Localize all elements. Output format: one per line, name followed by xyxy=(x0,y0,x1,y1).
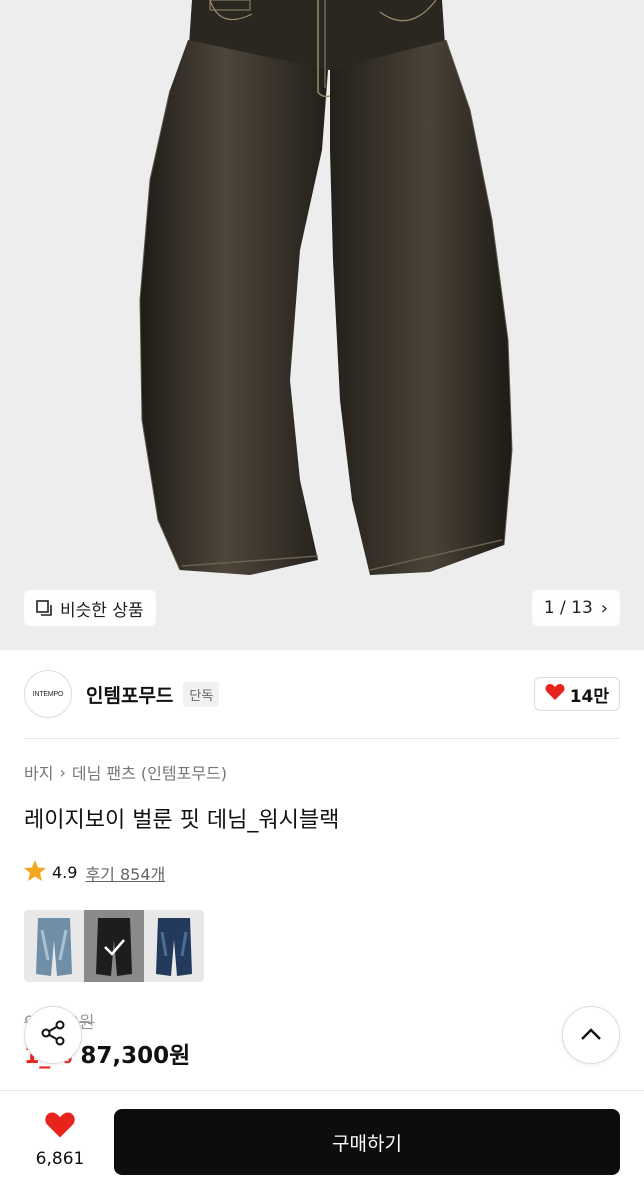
rating-row: 4.9 후기 854개 xyxy=(24,860,165,885)
brand-logo-text: INTEMPO xyxy=(32,690,64,698)
share-button[interactable] xyxy=(24,1006,82,1064)
brand-logo[interactable]: INTEMPO xyxy=(24,670,72,718)
swatch-dark-indigo[interactable] xyxy=(144,910,204,982)
wishlist-count: 6,861 xyxy=(35,1149,85,1169)
image-counter: 1 / 13 xyxy=(543,598,593,618)
scroll-to-top-button[interactable] xyxy=(562,1006,620,1064)
chevron-right-icon: › xyxy=(600,597,608,619)
buy-button[interactable]: 구매하기 xyxy=(114,1109,620,1175)
similar-products-label: 비슷한 상품 xyxy=(60,600,144,621)
product-image-area[interactable]: 비슷한 상품 1 / 13 › xyxy=(0,0,644,650)
brand-row: INTEMPO 인템포무드 단독 14만 xyxy=(0,650,644,738)
review-count-link[interactable]: 후기 854개 xyxy=(85,861,165,885)
heart-icon xyxy=(545,683,565,706)
divider xyxy=(24,738,620,739)
swatch-light-blue[interactable] xyxy=(24,910,84,982)
heart-icon xyxy=(44,1111,76,1143)
similar-products-button[interactable]: 비슷한 상품 xyxy=(24,590,156,626)
brand-like-count: 14만 xyxy=(569,686,609,707)
brand-name[interactable]: 인템포무드 xyxy=(86,681,173,708)
breadcrumb-category[interactable]: 바지 xyxy=(24,760,53,784)
breadcrumb-subcategory[interactable]: 데님 팬츠 (인템포무드) xyxy=(72,760,227,784)
buy-button-label: 구매하기 xyxy=(332,1132,402,1155)
rating-score: 4.9 xyxy=(52,863,78,882)
star-icon xyxy=(24,860,46,885)
similar-items-icon xyxy=(36,599,53,617)
breadcrumb: 바지 › 데님 팬츠 (인템포무드) xyxy=(24,760,227,784)
swatch-wash-black[interactable] xyxy=(84,910,144,982)
share-icon xyxy=(39,1019,67,1051)
wishlist-button[interactable]: 6,861 xyxy=(24,1111,96,1169)
chevron-up-icon xyxy=(579,1026,603,1045)
sale-price: 87,300원 xyxy=(80,1043,191,1069)
color-swatches xyxy=(24,910,204,982)
brand-like-button[interactable]: 14만 xyxy=(533,677,620,711)
exclusive-badge: 단독 xyxy=(183,681,220,707)
product-title: 레이지보이 벌룬 핏 데님_워시블랙 xyxy=(24,808,340,833)
product-jeans-image xyxy=(139,0,513,575)
image-counter-button[interactable]: 1 / 13 › xyxy=(531,590,620,626)
chevron-right-icon: › xyxy=(59,762,66,782)
bottom-action-bar: 6,861 구매하기 xyxy=(0,1090,644,1200)
